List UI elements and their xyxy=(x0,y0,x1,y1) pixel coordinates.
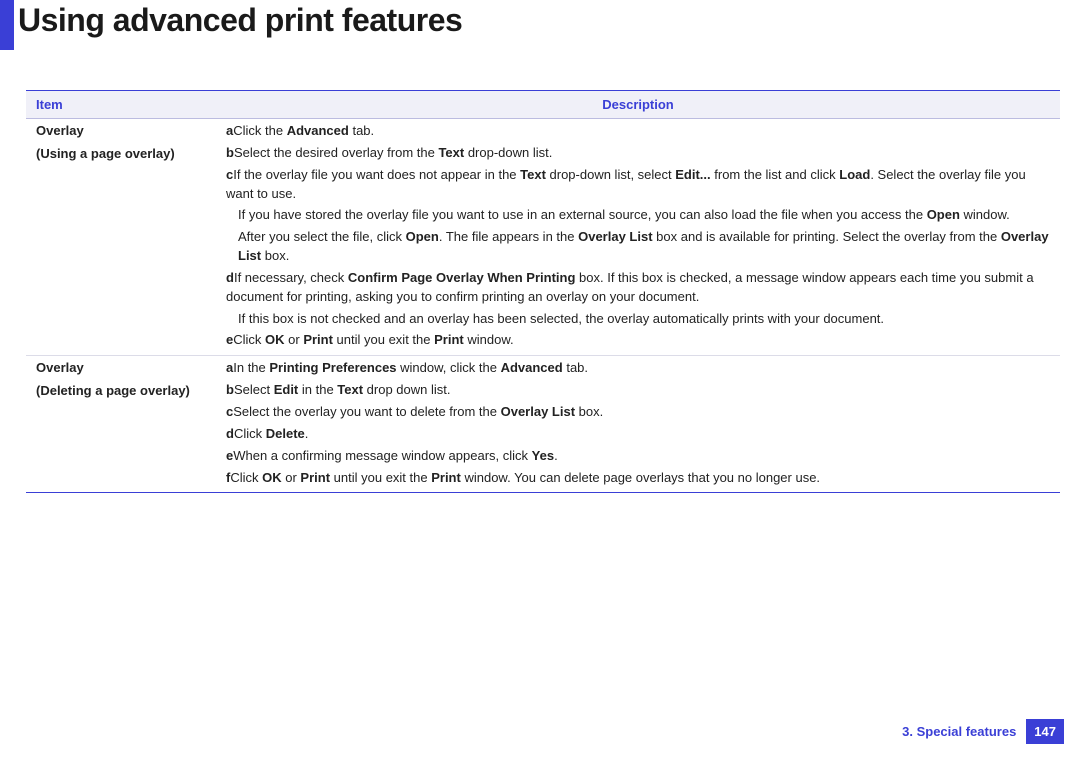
footer-page-number: 147 xyxy=(1026,719,1064,744)
row1-step-d: dIf necessary, check Confirm Page Overla… xyxy=(226,269,1050,307)
row2-item-sub: (Deleting a page overlay) xyxy=(36,382,206,401)
row1-step-c2: If you have stored the overlay file you … xyxy=(226,206,1050,225)
row1-desc: aClick the Advanced tab. bSelect the des… xyxy=(216,119,1060,356)
row2-step-b: bSelect Edit in the Text drop down list. xyxy=(226,381,1050,400)
row1-step-c: cIf the overlay file you want does not a… xyxy=(226,166,1050,204)
row1-item: Overlay (Using a page overlay) xyxy=(26,119,216,356)
features-table: Item Description Overlay (Using a page o… xyxy=(26,90,1060,493)
features-table-wrap: Item Description Overlay (Using a page o… xyxy=(26,90,1060,493)
col-desc-header: Description xyxy=(216,91,1060,119)
row2-step-d: dClick Delete. xyxy=(226,425,1050,444)
page-title: Using advanced print features xyxy=(18,2,462,39)
row2-step-c: cSelect the overlay you want to delete f… xyxy=(226,403,1050,422)
accent-bar xyxy=(0,0,14,50)
row1-item-sub: (Using a page overlay) xyxy=(36,145,206,164)
row1-step-a: aClick the Advanced tab. xyxy=(226,122,1050,141)
row2-item-title: Overlay xyxy=(36,359,206,378)
page-footer: 3. Special features 147 xyxy=(902,719,1064,744)
row2-step-a: aIn the Printing Preferences window, cli… xyxy=(226,359,1050,378)
table-row: Overlay (Using a page overlay) aClick th… xyxy=(26,119,1060,356)
table-header-row: Item Description xyxy=(26,91,1060,119)
row1-step-e: eClick OK or Print until you exit the Pr… xyxy=(226,331,1050,350)
row1-step-c3: After you select the file, click Open. T… xyxy=(226,228,1050,266)
row1-step-d2: If this box is not checked and an overla… xyxy=(226,310,1050,329)
row1-item-title: Overlay xyxy=(36,122,206,141)
footer-chapter: 3. Special features xyxy=(902,724,1016,739)
row1-step-b: bSelect the desired overlay from the Tex… xyxy=(226,144,1050,163)
row2-item: Overlay (Deleting a page overlay) xyxy=(26,356,216,493)
row2-step-e: eWhen a confirming message window appear… xyxy=(226,447,1050,466)
table-row: Overlay (Deleting a page overlay) aIn th… xyxy=(26,356,1060,493)
col-item-header: Item xyxy=(26,91,216,119)
row2-step-f: fClick OK or Print until you exit the Pr… xyxy=(226,469,1050,488)
row2-desc: aIn the Printing Preferences window, cli… xyxy=(216,356,1060,493)
